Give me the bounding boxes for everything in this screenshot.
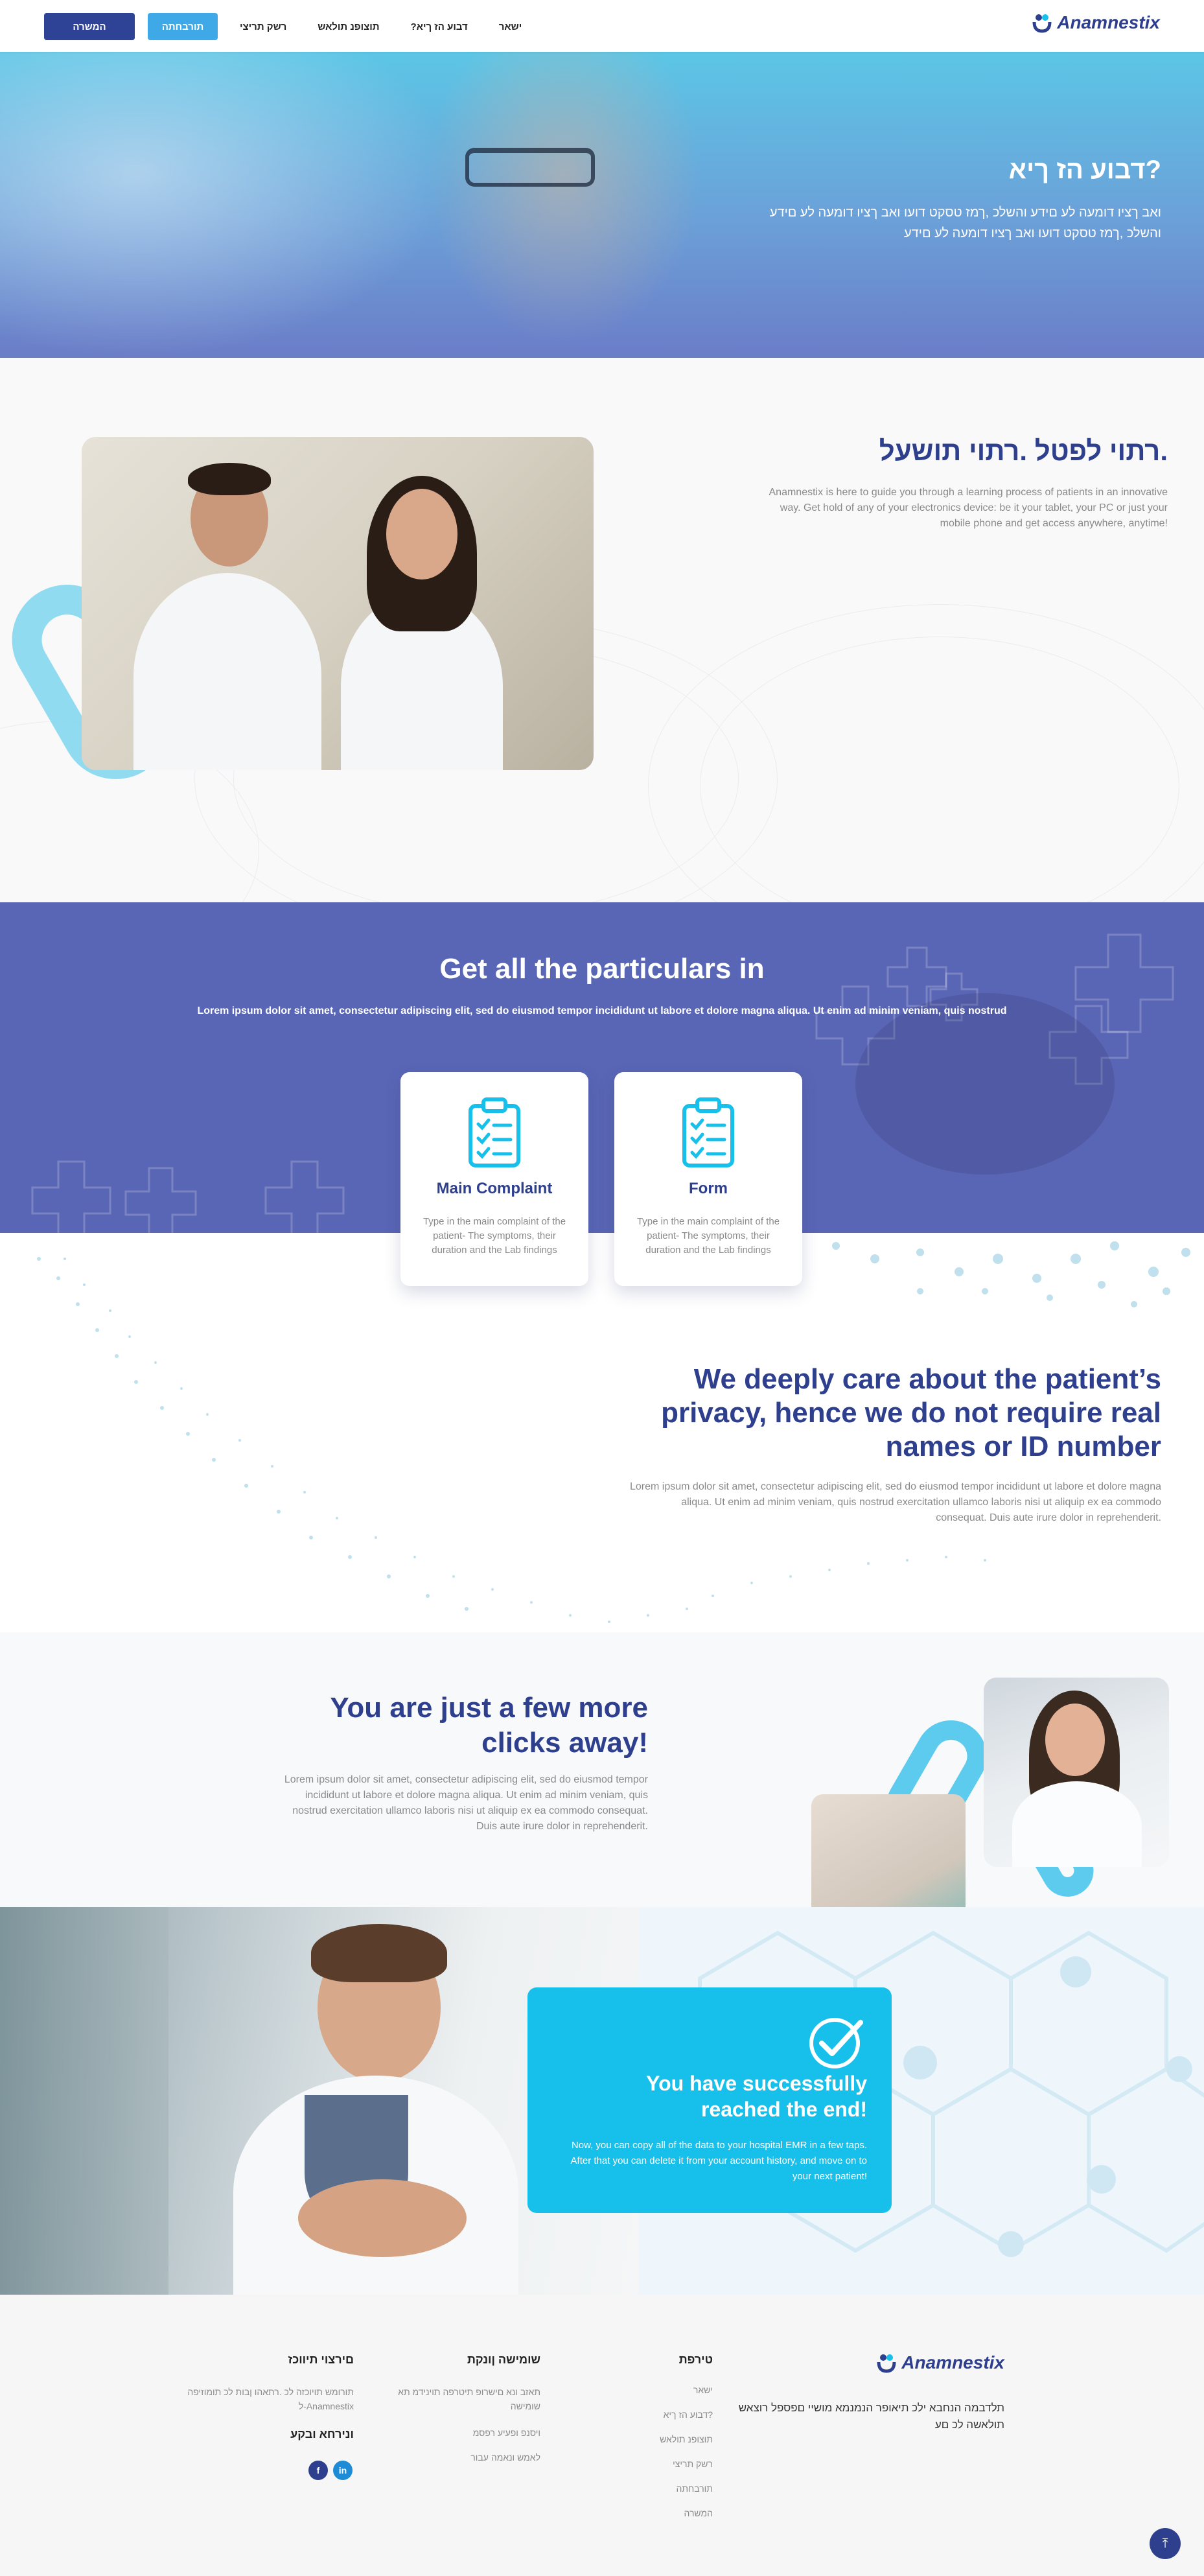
card-form[interactable]: Form Type in the main complaint of the p… bbox=[614, 1072, 802, 1286]
footer-follow-heading: ונירחא ובקע bbox=[290, 2428, 354, 2441]
clicks-away-text: Lorem ipsum dolor sit amet, consectetur … bbox=[284, 1774, 648, 1832]
doctor-face bbox=[1045, 1704, 1105, 1776]
logo[interactable]: Anamnestix bbox=[1031, 12, 1160, 34]
clipboard-check-icon bbox=[682, 1097, 734, 1167]
footer-nav-heading: טירפת bbox=[678, 2353, 713, 2366]
footer-link-privacy[interactable]: תאזב ונא םישרופ תיטרפה תוינידמ תא שומישה bbox=[372, 2385, 540, 2413]
nav-faq[interactable]: תוצופנ תולאש bbox=[308, 21, 388, 32]
nav-home[interactable]: ישאר bbox=[490, 21, 531, 32]
facebook-icon[interactable]: f bbox=[308, 2461, 328, 2480]
hospital-bed-image bbox=[811, 1794, 966, 1907]
doctor-coat bbox=[1012, 1781, 1142, 1867]
privacy-title: We deeply care about the patient’s priva… bbox=[661, 1363, 1161, 1462]
hero-doctor-image bbox=[415, 52, 713, 358]
scroll-to-top-button[interactable]: ⤒ bbox=[1150, 2528, 1181, 2559]
footer-nav-column: טירפת ישאר ?דבוע הז ךיא תוצופנ תולאש רשק… bbox=[609, 2353, 713, 2533]
clipboard-check-icon bbox=[469, 1097, 520, 1167]
success-card: You have successfully reached the end! N… bbox=[527, 1987, 892, 2213]
footer-link-accessibility[interactable]: ויסנפ ופעיע רפסמ bbox=[372, 2428, 540, 2438]
intro-title: .רתוי לפטל .רתוי תושעל bbox=[879, 436, 1168, 466]
card-title: Main Complaint bbox=[436, 1180, 553, 1197]
card-text: Type in the main complaint of the patien… bbox=[423, 1216, 566, 1256]
success-text: Now, you can copy all of the data to you… bbox=[570, 2140, 867, 2182]
footer-link-home[interactable]: ישאר bbox=[609, 2385, 713, 2395]
card-text: Type in the main complaint of the patien… bbox=[636, 1216, 780, 1256]
card-title: Form bbox=[689, 1180, 728, 1197]
particulars-title: Get all the particulars in bbox=[439, 953, 765, 985]
footer-link-terms[interactable]: לאמש ונאמה עבור bbox=[372, 2452, 540, 2463]
particulars-subtitle: Lorem ipsum dolor sit amet, consectetur … bbox=[197, 1005, 1007, 1016]
success-section: You have successfully reached the end! N… bbox=[0, 1907, 1204, 2295]
intro-text: Anamnestix is here to guide you through … bbox=[769, 487, 1168, 529]
footer-copyright-text: תורומש תויוכזה לכ .רתאהו ןבות לכ תומוזיפ… bbox=[187, 2387, 354, 2411]
footer-legal-heading: שומישה ןונקת bbox=[467, 2353, 540, 2366]
nav-how-it-works[interactable]: ?דבוע הז ךיא bbox=[402, 21, 477, 32]
logo-text: Anamnestix bbox=[901, 2352, 1004, 2372]
logo-icon bbox=[1032, 14, 1052, 33]
privacy-section: We deeply care about the patient’s priva… bbox=[0, 1233, 1204, 1632]
hero-section: ?דבוע הז ךיא ואב ךציו דומעה לע םידע והשל… bbox=[0, 52, 1204, 358]
doctor-tablet-image bbox=[984, 1678, 1169, 1867]
footer-logo[interactable]: Anamnestix bbox=[875, 2352, 1004, 2374]
patient-blur bbox=[0, 1907, 168, 2295]
check-circle-icon bbox=[809, 2018, 863, 2068]
hero-background-person bbox=[0, 52, 454, 358]
footer-link-contact[interactable]: רשק תריצי bbox=[609, 2459, 713, 2469]
success-title: You have successfully reached the end! bbox=[646, 2072, 867, 2121]
hero-doctor-glasses bbox=[465, 148, 595, 187]
footer-copyright-heading: םירצוי תיווכז bbox=[288, 2353, 354, 2366]
handshake bbox=[298, 2179, 467, 2257]
privacy-text: Lorem ipsum dolor sit amet, consectetur … bbox=[630, 1481, 1161, 1523]
intro-section: .רתוי לפטל .רתוי תושעל Anamnestix is her… bbox=[0, 358, 1204, 902]
clicks-away-title: You are just a few more clicks away! bbox=[330, 1692, 648, 1759]
doctor-male-coat bbox=[133, 573, 321, 770]
logo-text: Anamnestix bbox=[1057, 12, 1160, 32]
footer-link-signup[interactable]: המשרה bbox=[609, 2508, 713, 2518]
doctors-image bbox=[82, 437, 594, 770]
cross-pattern-decoration bbox=[31, 933, 1174, 1233]
footer-link-how-it-works[interactable]: ?דבוע הז ךיא bbox=[609, 2409, 713, 2420]
doctor-female-head bbox=[386, 489, 457, 580]
doctor-male-hair bbox=[188, 463, 271, 495]
linkedin-icon[interactable]: in bbox=[333, 2461, 353, 2480]
signup-button[interactable]: המשרה bbox=[44, 13, 135, 40]
hero-title: ?דבוע הז ךיא bbox=[1008, 156, 1161, 184]
site-header: Anamnestix המשרה תורבחתה רשק תריצי תוצופ… bbox=[0, 0, 1204, 52]
particulars-section: Get all the particulars in Lorem ipsum d… bbox=[0, 902, 1204, 1233]
main-nav: המשרה תורבחתה רשק תריצי תוצופנ תולאש ?דב… bbox=[44, 13, 531, 40]
footer-link-login[interactable]: תורבחתה bbox=[609, 2483, 713, 2494]
site-footer: Anamnestix תלדבמה הנחבא ילכ תיאופר הנמנמ… bbox=[0, 2295, 1204, 2576]
nav-contact[interactable]: רשק תריצי bbox=[231, 21, 295, 32]
logo-icon bbox=[877, 2354, 896, 2373]
clicks-away-section: You are just a few more clicks away! Lor… bbox=[0, 1632, 1204, 1907]
footer-copyright-column: םירצוי תיווכז תורומש תויוכזה לכ .רתאהו ן… bbox=[185, 2353, 354, 2459]
hero-subtitle: ואב ךציו דומעה לע םידע והשלכ ,ךמז טסקט ד… bbox=[769, 205, 1161, 240]
footer-legal-column: שומישה ןונקת תאזב ונא םישרופ תיטרפה תוינ… bbox=[372, 2353, 540, 2477]
footer-link-faq[interactable]: תוצופנ תולאש bbox=[609, 2434, 713, 2444]
card-main-complaint[interactable]: Main Complaint Type in the main complain… bbox=[400, 1072, 588, 1286]
login-button[interactable]: תורבחתה bbox=[148, 13, 218, 40]
footer-description: תלדבמה הנחבא ילכ תיאופר הנמנמא מושיי םפס… bbox=[738, 2402, 1004, 2431]
doctor-hair bbox=[311, 1924, 447, 1982]
